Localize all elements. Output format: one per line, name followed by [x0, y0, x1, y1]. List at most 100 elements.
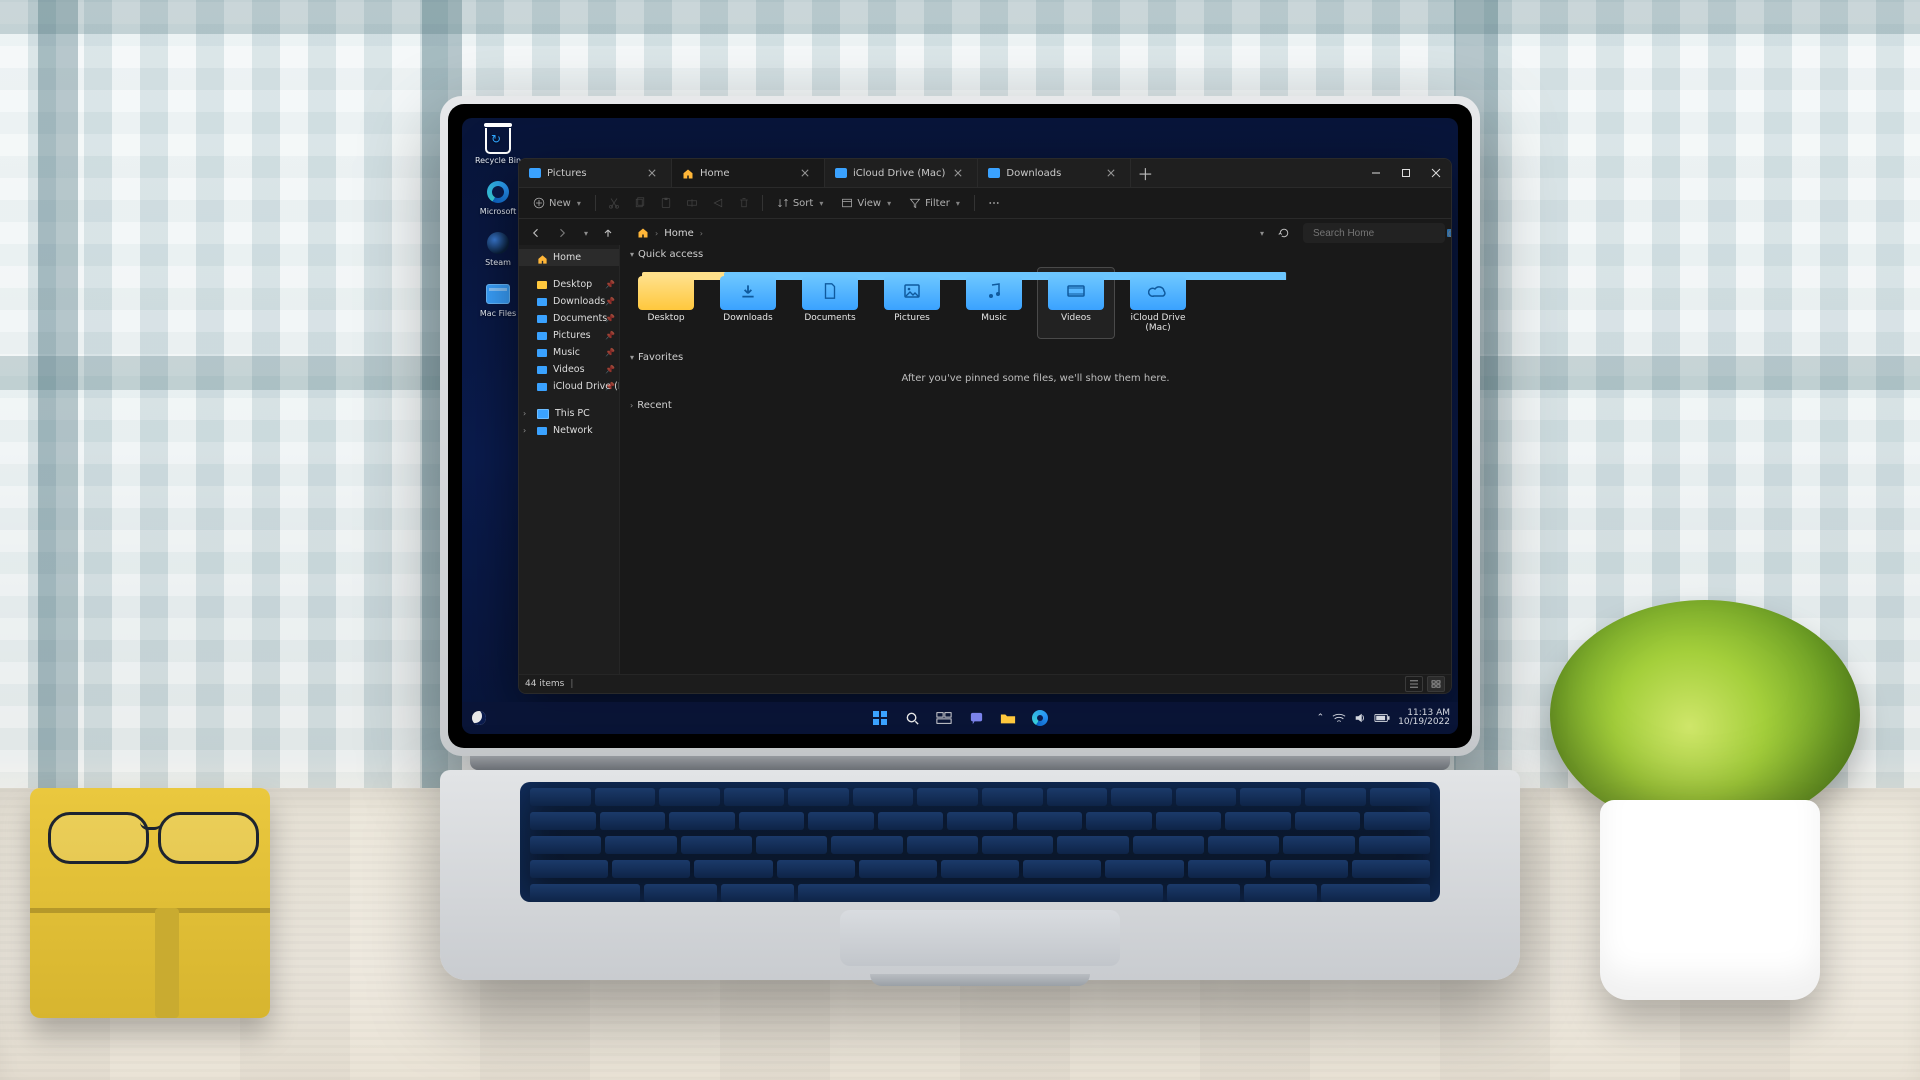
sidebar-item-pictures[interactable]: Pictures📌 [519, 327, 619, 344]
sidebar-item-label: Pictures [553, 330, 591, 341]
plus-circle-icon [533, 197, 545, 209]
sidebar-item-this-pc[interactable]: ›This PC [519, 405, 619, 422]
more-button[interactable] [981, 193, 1007, 213]
sidebar-item-home[interactable]: Home [519, 249, 619, 266]
view-label: View [857, 198, 881, 209]
search-field[interactable] [1311, 227, 1447, 240]
search-button[interactable] [901, 707, 923, 729]
card-icloud-drive[interactable]: iCloud Drive (Mac) [1120, 268, 1196, 338]
tab-close-button[interactable] [798, 166, 812, 180]
wifi-icon[interactable] [1332, 712, 1346, 724]
chat-button[interactable] [965, 707, 987, 729]
sidebar-item-network[interactable]: ›Network [519, 422, 619, 439]
breadcrumb-item[interactable]: Home [664, 228, 694, 239]
tab-icloud-drive[interactable]: iCloud Drive (Mac) [825, 159, 978, 187]
refresh-button[interactable] [1273, 222, 1295, 244]
sidebar-item-label: Videos [553, 364, 585, 375]
moon-icon [472, 711, 486, 725]
card-downloads[interactable]: Downloads [710, 268, 786, 338]
chevron-right-icon: › [700, 229, 703, 238]
taskbar-center [869, 707, 1051, 729]
sidebar-item-label: Network [553, 425, 593, 436]
new-tab-button[interactable]: ＋ [1131, 159, 1159, 187]
breadcrumb[interactable]: › Home › [629, 223, 1243, 243]
tab-close-button[interactable] [951, 166, 965, 180]
rename-button[interactable] [680, 193, 704, 213]
paste-button[interactable] [654, 193, 678, 213]
start-button[interactable] [869, 707, 891, 729]
card-videos[interactable]: Videos [1038, 268, 1114, 338]
tray-overflow-button[interactable]: ⌃ [1317, 713, 1325, 723]
desktop-icon-recycle-bin[interactable]: Recycle Bin [470, 128, 526, 165]
grid-icon [1431, 680, 1441, 688]
card-label: Music [981, 314, 1007, 324]
sidebar-item-music[interactable]: Music📌 [519, 344, 619, 361]
explorer-sidebar: Home Desktop📌 Downloads📌 Documents📌 Pict… [519, 245, 620, 675]
tab-pictures[interactable]: Pictures [519, 159, 672, 187]
laptop-lid: Recycle Bin Microsoft Steam Mac Files [440, 96, 1480, 756]
sidebar-item-label: Desktop [553, 279, 592, 290]
edge-button[interactable] [1029, 707, 1051, 729]
folder-icon [1048, 272, 1104, 310]
share-icon [712, 197, 724, 209]
card-label: Downloads [723, 314, 772, 324]
section-header-favorites[interactable]: ▾Favorites [620, 348, 1451, 365]
address-dropdown[interactable]: ▾ [1253, 222, 1269, 244]
copy-button[interactable] [628, 193, 652, 213]
tab-downloads[interactable]: Downloads [978, 159, 1131, 187]
folder-icon [638, 272, 694, 310]
card-music[interactable]: Music [956, 268, 1032, 338]
card-desktop[interactable]: Desktop [628, 268, 704, 338]
filter-button[interactable]: Filter▾ [901, 193, 968, 213]
pot-prop [1600, 800, 1820, 1000]
tab-home[interactable]: Home [672, 159, 825, 187]
up-button[interactable] [597, 222, 619, 244]
pin-icon: 📌 [605, 365, 615, 374]
card-documents[interactable]: Documents [792, 268, 868, 338]
sidebar-item-icloud-drive[interactable]: iCloud Drive (Mac)📌 [519, 378, 619, 395]
sidebar-item-videos[interactable]: Videos 📌 [519, 361, 619, 378]
folder-icon [537, 281, 547, 289]
task-view-button[interactable] [933, 707, 955, 729]
taskbar-clock[interactable]: 11:13 AM 10/19/2022 [1398, 709, 1450, 727]
section-header-quick-access[interactable]: ▾Quick access [620, 245, 1451, 262]
sidebar-item-desktop[interactable]: Desktop📌 [519, 276, 619, 293]
share-button[interactable] [706, 193, 730, 213]
desktop-icon-label: Microsoft [480, 207, 516, 216]
section-header-recent[interactable]: ›Recent [620, 396, 1451, 413]
tab-close-button[interactable] [645, 166, 659, 180]
icons-view-button[interactable] [1427, 676, 1445, 692]
battery-icon[interactable] [1374, 713, 1390, 723]
forward-button[interactable] [551, 222, 573, 244]
minimize-button[interactable] [1361, 159, 1391, 187]
card-pictures[interactable]: Pictures [874, 268, 950, 338]
delete-button[interactable] [732, 193, 756, 213]
pin-icon: 📌 [605, 297, 615, 306]
sidebar-item-documents[interactable]: Documents📌 [519, 310, 619, 327]
new-button[interactable]: New▾ [525, 193, 589, 213]
sort-button[interactable]: Sort▾ [769, 193, 832, 213]
explorer-titlebar: Pictures Home [519, 159, 1451, 188]
quick-access-grid: Desktop Downloads Documents Pictures Mus… [620, 262, 1451, 348]
history-button[interactable]: ▾ [577, 222, 593, 244]
details-view-button[interactable] [1405, 676, 1423, 692]
explorer-button[interactable] [997, 707, 1019, 729]
view-button[interactable]: View▾ [833, 193, 899, 213]
tab-close-button[interactable] [1104, 166, 1118, 180]
edge-icon [1032, 710, 1048, 726]
laptop-lip [870, 974, 1090, 986]
cut-button[interactable] [602, 193, 626, 213]
taskbar-weather[interactable] [472, 702, 486, 734]
card-label: Videos [1061, 314, 1091, 324]
volume-icon[interactable] [1354, 712, 1366, 724]
sidebar-item-label: Downloads [553, 296, 605, 307]
back-button[interactable] [525, 222, 547, 244]
windows-icon [872, 710, 888, 726]
explorer-tabs: Pictures Home [519, 159, 1361, 187]
card-label: Desktop [647, 314, 684, 324]
sidebar-item-downloads[interactable]: Downloads📌 [519, 293, 619, 310]
section-title: Quick access [638, 249, 703, 260]
close-button[interactable] [1421, 159, 1451, 187]
maximize-button[interactable] [1391, 159, 1421, 187]
search-input[interactable] [1303, 223, 1445, 243]
